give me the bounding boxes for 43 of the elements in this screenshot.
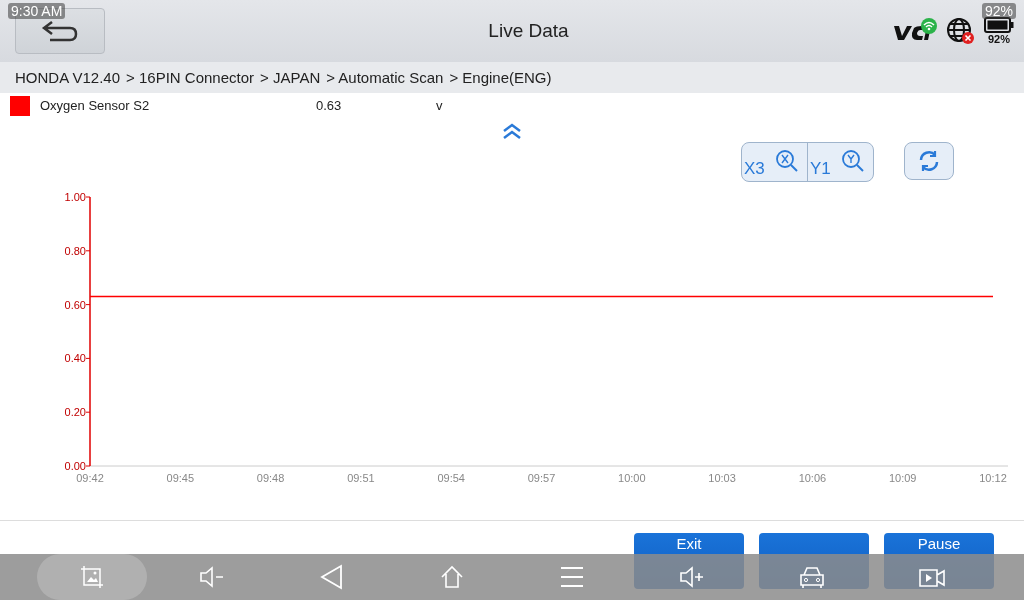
breadcrumb-item[interactable]: > JAPAN [260,69,321,86]
x-tick-label: 10:09 [888,472,917,484]
breadcrumb-item[interactable]: > Engine(ENG) [449,69,552,86]
y-tick-label: 0.00 [64,460,86,472]
y-tick-label: 0.80 [64,244,86,257]
x-tick-label: 10:00 [618,472,646,484]
back-arrow-icon [40,19,80,43]
x-tick-label: 09:54 [437,472,465,484]
globe-error-icon [946,17,976,45]
breadcrumb-item[interactable]: > Automatic Scan [326,69,444,86]
home-icon [440,565,464,589]
zoom-button[interactable]: X3 [742,143,807,181]
x-tick-label: 09:57 [527,472,556,484]
sensor-unit: v [436,98,443,113]
sensor-name: Oxygen Sensor S2 [40,98,151,113]
x-tick-label: 09:48 [256,472,285,484]
breadcrumb-item[interactable]: > 16PIN Connector [126,69,255,86]
x-tick-label: 09:45 [166,472,195,484]
screenshot-button[interactable] [37,554,147,600]
menu-icon [560,566,584,588]
image-crop-icon [80,565,104,589]
x-tick-label: 10:06 [798,472,827,484]
volume-down-icon [199,565,225,589]
x-tick-label: 09:51 [347,472,375,484]
x-tick-label: 09:42 [76,472,104,484]
car-icon [798,565,826,589]
breadcrumb-item[interactable]: HONDA V12.40 [15,69,121,86]
back-triangle-icon [320,564,344,590]
y-tick-label: 0.40 [64,352,86,365]
zoom-button[interactable]: Y1 [807,143,873,181]
volume-up-icon [679,565,705,589]
y-tick-label: 0.20 [64,406,86,419]
x-tick-label: 10:03 [708,472,736,484]
sensor-value: 0.63 [316,98,343,113]
battery-percent: 92% [988,33,1010,45]
battery-icon [984,17,1014,33]
x-tick-label: 10:12 [979,472,1007,484]
status-battery: 92% [981,3,1016,19]
y-tick-label: 1.00 [64,191,86,203]
page-title: Live Data [487,20,570,42]
y-tick-label: 0.60 [64,298,86,311]
refresh-button[interactable] [904,142,954,180]
refresh-icon [918,150,940,172]
